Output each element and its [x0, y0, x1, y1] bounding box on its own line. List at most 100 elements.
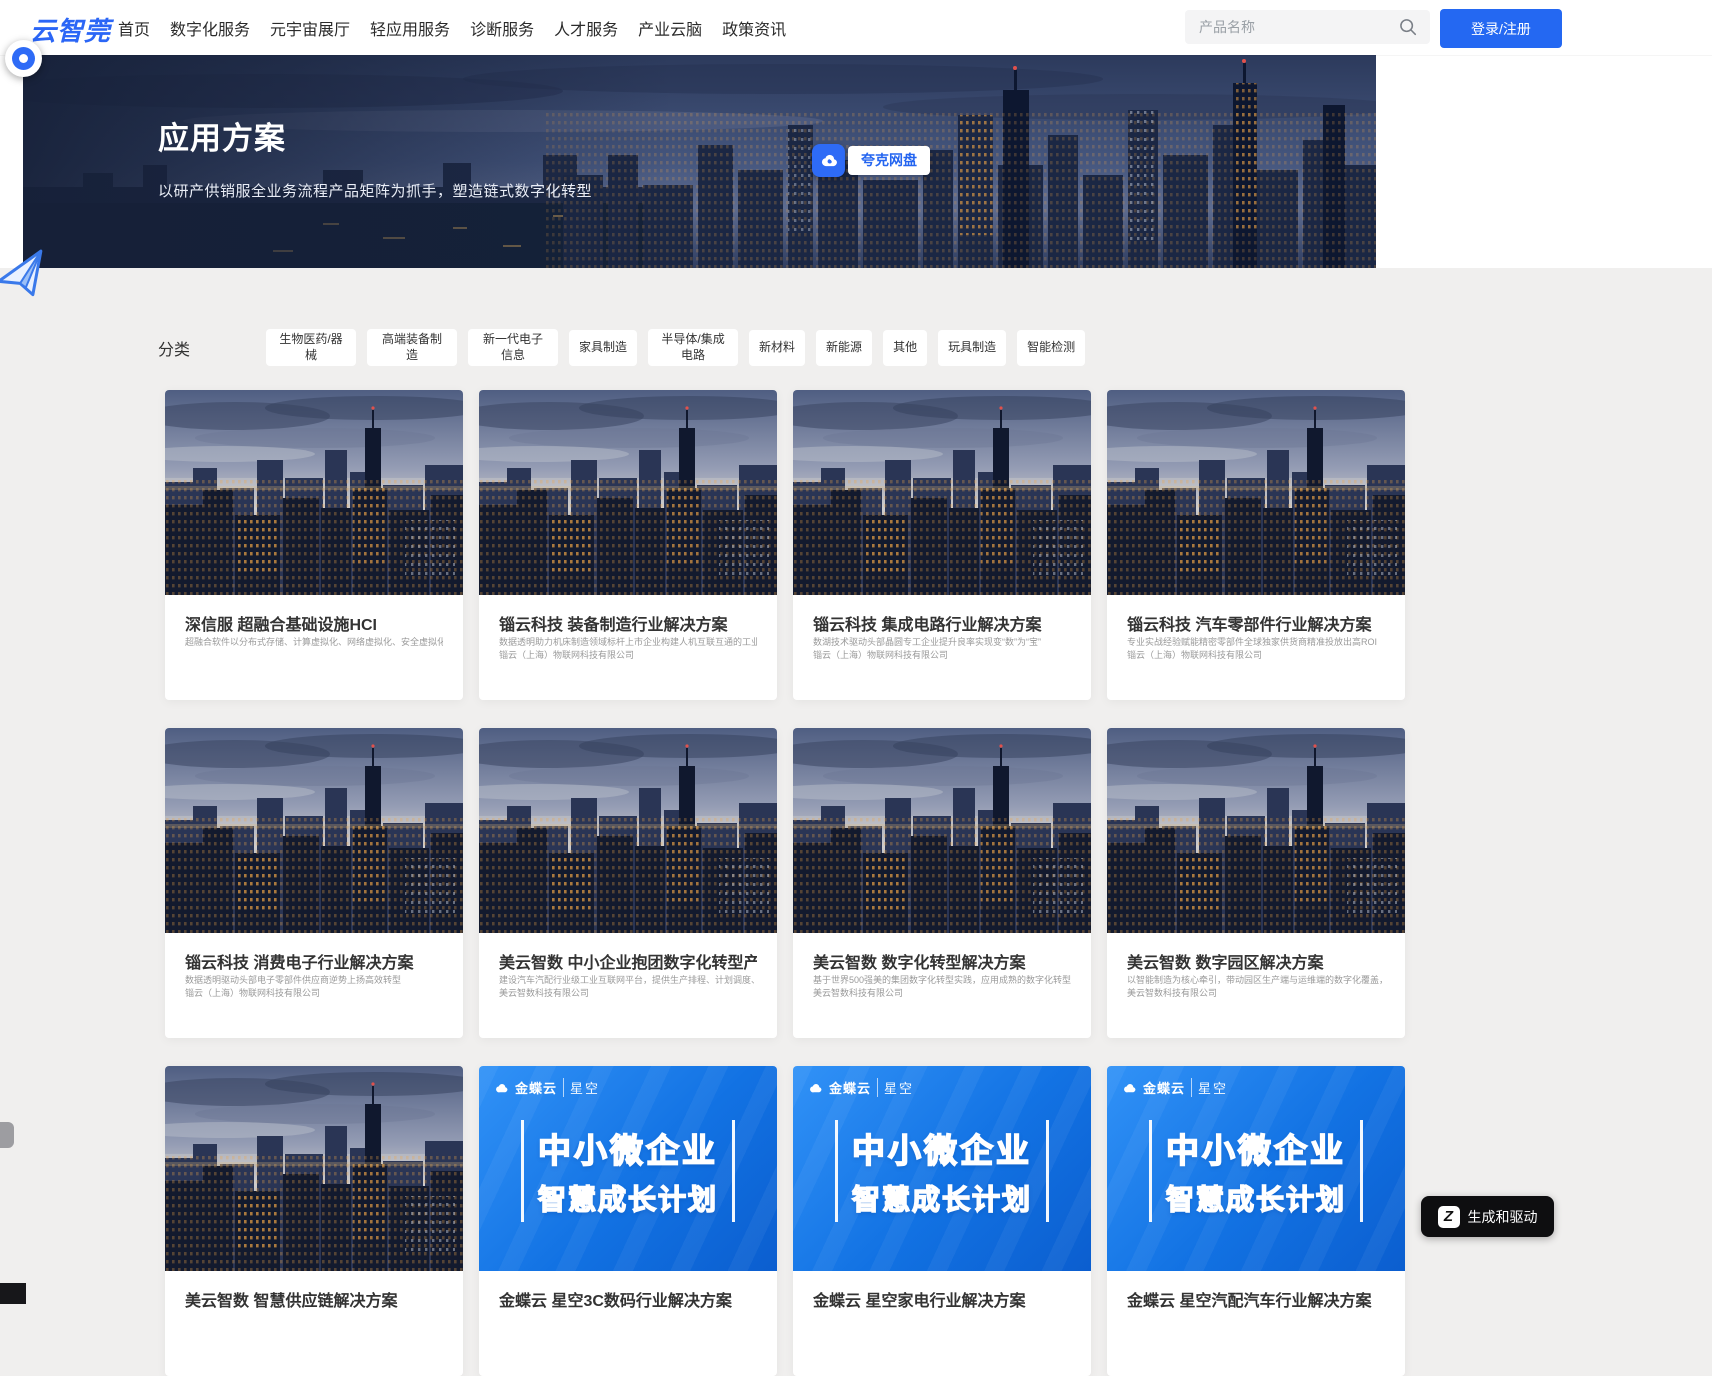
hero-left-shade: [23, 55, 1376, 268]
card-body: 金蝶云 星空3C数码行业解决方案: [479, 1271, 777, 1335]
card-image: [165, 1066, 463, 1271]
card-image: [1107, 728, 1405, 933]
filter-chip[interactable]: 家具制造: [569, 330, 637, 366]
floating-target-button[interactable]: [5, 40, 42, 77]
login-register-button[interactable]: 登录/注册: [1440, 9, 1562, 48]
page-subtitle: 以研产供销服全业务流程产品矩阵为抓手，塑造链式数字化转型: [158, 180, 592, 201]
corner-overlay: [0, 1283, 26, 1304]
filter-chip[interactable]: 其他: [883, 330, 927, 366]
kingdee-logo-subtext: 星空: [563, 1078, 600, 1097]
filter-chip[interactable]: 半导体/集成电路: [648, 329, 738, 366]
filter-chip[interactable]: 生物医药/器械: [266, 329, 356, 366]
kingdee-logo: 金蝶云 星空: [1121, 1078, 1228, 1097]
category-chip-list: 生物医药/器械 高端装备制造 新一代电子信息 家具制造 半导体/集成电路 新材料…: [266, 329, 1085, 366]
category-filter-bar: 分类 生物医药/器械 高端装备制造 新一代电子信息 家具制造 半导体/集成电路 …: [158, 329, 1085, 366]
card-body: 锱云科技 消费电子行业解决方案 数据透明驱动头部电子零部件供应商逆势上扬高效转型…: [165, 933, 463, 999]
solution-card[interactable]: 金蝶云 星空 中小微企业 智慧成长计划 金蝶云 星空3C数码行业解决方案: [479, 1066, 777, 1376]
card-image: 金蝶云 星空 中小微企业 智慧成长计划: [1107, 1066, 1405, 1271]
nav-item[interactable]: 人才服务: [554, 16, 618, 40]
kingdee-cloud-icon: [1121, 1080, 1137, 1096]
quark-badge-label: 夸克网盘: [848, 146, 930, 175]
card-body: 深信服 超融合基础设施HCI 超融合软件以分布式存储、计算虚拟化、网络虚拟化、安…: [165, 595, 463, 660]
card-title: 深信服 超融合基础设施HCI: [185, 611, 443, 635]
nav-item[interactable]: 产业云脑: [638, 16, 702, 40]
kingdee-slogan: 中小微企业 智慧成长计划: [835, 1120, 1049, 1222]
city-skyline-image: [793, 728, 1091, 933]
solution-card[interactable]: 美云智数 中小企业抱团数字化转型产业... 建设汽车汽配行业级工业互联网平台，提…: [479, 728, 777, 1038]
card-description: [813, 1311, 1071, 1323]
card-image: [793, 728, 1091, 933]
card-title: 美云智数 智慧供应链解决方案: [185, 1287, 443, 1311]
kingdee-logo-text: 金蝶云: [829, 1078, 871, 1097]
card-image: [1107, 390, 1405, 595]
kingdee-logo: 金蝶云 星空: [807, 1078, 914, 1097]
nav-item[interactable]: 政策资讯: [722, 16, 786, 40]
card-company: [1127, 1323, 1385, 1335]
card-description: 基于世界500强美的集团数字化转型实践，应用成熟的数字化转型方法...: [813, 973, 1071, 986]
category-label: 分类: [158, 336, 190, 360]
kingdee-logo-text: 金蝶云: [515, 1078, 557, 1097]
card-company: [813, 1323, 1071, 1335]
nav-item[interactable]: 数字化服务: [170, 16, 250, 40]
card-company: [185, 1323, 443, 1335]
card-description: 专业实战经验赋能精密零部件全球独家供货商精准投放出高ROI: [1127, 635, 1385, 648]
nav-item[interactable]: 轻应用服务: [370, 16, 450, 40]
kingdee-slogan-line1: 中小微企业: [852, 1124, 1032, 1172]
solution-card[interactable]: 美云智数 数字园区解决方案 以智能制造为核心牵引，带动园区生产端与运维端的数字化…: [1107, 728, 1405, 1038]
card-body: 美云智数 数字化转型解决方案 基于世界500强美的集团数字化转型实践，应用成熟的…: [793, 933, 1091, 999]
nav-item[interactable]: 首页: [118, 16, 150, 40]
solution-card[interactable]: 金蝶云 星空 中小微企业 智慧成长计划 金蝶云 星空汽配汽车行业解决方案: [1107, 1066, 1405, 1376]
solution-card[interactable]: 锱云科技 装备制造行业解决方案 数据透明助力机床制造领域标杆上市企业构建人机互联…: [479, 390, 777, 700]
filter-chip[interactable]: 玩具制造: [938, 330, 1006, 366]
card-image: [479, 728, 777, 933]
brand-logo[interactable]: 云智莞: [30, 11, 111, 48]
kingdee-logo-subtext: 星空: [1191, 1078, 1228, 1097]
solution-card[interactable]: 美云智数 智慧供应链解决方案: [165, 1066, 463, 1376]
solution-card[interactable]: 锱云科技 集成电路行业解决方案 数湖技术驱动头部晶圆专工企业提升良率实现变“数”…: [793, 390, 1091, 700]
nav-item[interactable]: 元宇宙展厅: [270, 16, 350, 40]
filter-chip[interactable]: 智能检测: [1017, 330, 1085, 366]
card-title: 金蝶云 星空汽配汽车行业解决方案: [1127, 1287, 1385, 1311]
quark-netdisk-badge[interactable]: 夸克网盘: [812, 144, 930, 177]
card-body: 金蝶云 星空家电行业解决方案: [793, 1271, 1091, 1335]
card-company: 美云智数科技有限公司: [813, 986, 1071, 999]
solution-card-grid: 深信服 超融合基础设施HCI 超融合软件以分布式存储、计算虚拟化、网络虚拟化、安…: [165, 390, 1405, 1376]
search-input[interactable]: [1185, 19, 1398, 35]
search-box: [1185, 10, 1430, 44]
kingdee-slogan-line2: 智慧成长计划: [852, 1178, 1032, 1218]
solution-card[interactable]: 深信服 超融合基础设施HCI 超融合软件以分布式存储、计算虚拟化、网络虚拟化、安…: [165, 390, 463, 700]
filter-chip[interactable]: 高端装备制造: [367, 329, 457, 366]
kingdee-slogan: 中小微企业 智慧成长计划: [1149, 1120, 1363, 1222]
card-body: 锱云科技 汽车零部件行业解决方案 专业实战经验赋能精密零部件全球独家供货商精准投…: [1107, 595, 1405, 661]
nav-item[interactable]: 诊断服务: [470, 16, 534, 40]
solution-card[interactable]: 锱云科技 汽车零部件行业解决方案 专业实战经验赋能精密零部件全球独家供货商精准投…: [1107, 390, 1405, 700]
solution-card[interactable]: 锱云科技 消费电子行业解决方案 数据透明驱动头部电子零部件供应商逆势上扬高效转型…: [165, 728, 463, 1038]
filter-chip[interactable]: 新材料: [749, 330, 805, 366]
filter-chip[interactable]: 新一代电子信息: [468, 329, 558, 366]
card-body: 金蝶云 星空汽配汽车行业解决方案: [1107, 1271, 1405, 1335]
solution-card[interactable]: 金蝶云 星空 中小微企业 智慧成长计划 金蝶云 星空家电行业解决方案: [793, 1066, 1091, 1376]
kingdee-slogan-line2: 智慧成长计划: [538, 1178, 718, 1218]
filter-chip[interactable]: 新能源: [816, 330, 872, 366]
search-icon[interactable]: [1398, 17, 1418, 37]
card-description: [1127, 1311, 1385, 1323]
side-tab-handle[interactable]: [0, 1122, 14, 1148]
card-company: 锱云（上海）物联网科技有限公司: [813, 648, 1071, 661]
card-description: 以智能制造为核心牵引，带动园区生产端与运维端的数字化覆盖，使企...: [1127, 973, 1385, 986]
card-title: 锱云科技 装备制造行业解决方案: [499, 611, 757, 635]
kingdee-slogan-line2: 智慧成长计划: [1166, 1178, 1346, 1218]
generate-button-label: 生成和驱动: [1468, 1207, 1538, 1227]
card-body: 锱云科技 集成电路行业解决方案 数湖技术驱动头部晶圆专工企业提升良率实现变“数”…: [793, 595, 1091, 661]
card-company: [185, 648, 443, 660]
kingdee-slogan: 中小微企业 智慧成长计划: [521, 1120, 735, 1222]
card-body: 美云智数 中小企业抱团数字化转型产业... 建设汽车汽配行业级工业互联网平台，提…: [479, 933, 777, 999]
kingdee-banner-image: 金蝶云 星空 中小微企业 智慧成长计划: [1107, 1066, 1405, 1271]
kingdee-banner-image: 金蝶云 星空 中小微企业 智慧成长计划: [479, 1066, 777, 1271]
solution-card[interactable]: 美云智数 数字化转型解决方案 基于世界500强美的集团数字化转型实践，应用成熟的…: [793, 728, 1091, 1038]
card-company: 锱云（上海）物联网科技有限公司: [499, 648, 757, 661]
paper-plane-icon[interactable]: [0, 244, 53, 305]
kingdee-banner-image: 金蝶云 星空 中小微企业 智慧成长计划: [793, 1066, 1091, 1271]
kingdee-slogan-line1: 中小微企业: [538, 1124, 718, 1172]
generate-drive-button[interactable]: Z 生成和驱动: [1421, 1196, 1554, 1237]
card-body: 锱云科技 装备制造行业解决方案 数据透明助力机床制造领域标杆上市企业构建人机互联…: [479, 595, 777, 661]
